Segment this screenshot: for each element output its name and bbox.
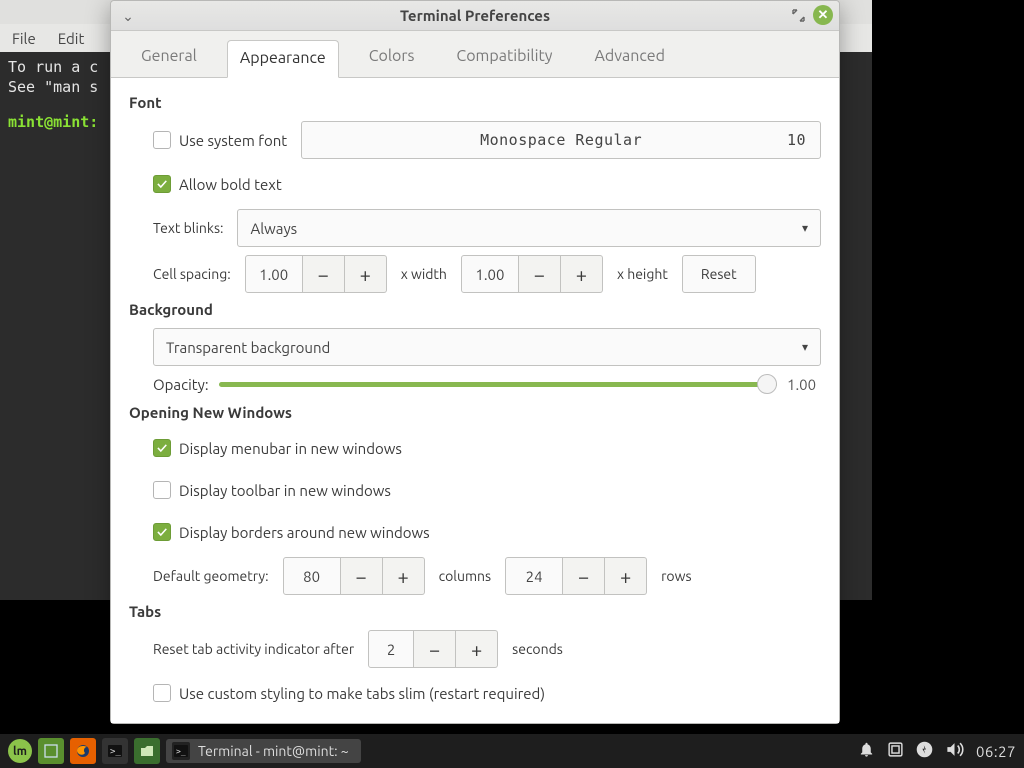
minus-button[interactable]: −	[563, 557, 605, 595]
taskbar-app-title: Terminal - mint@mint: ~	[198, 743, 349, 759]
minus-button[interactable]: −	[341, 557, 383, 595]
close-button[interactable]: ✕	[813, 5, 833, 25]
svg-text:>_: >_	[110, 747, 121, 757]
plus-button[interactable]: +	[383, 557, 425, 595]
appearance-panel: Font Use system font Monospace Regular 1…	[111, 78, 839, 723]
plus-button[interactable]: +	[561, 255, 603, 293]
font-chooser-button[interactable]: Monospace Regular 10	[301, 121, 821, 159]
terminal-menu-edit[interactable]: Edit	[58, 30, 85, 47]
checkbox-icon	[153, 175, 171, 193]
show-desktop-icon[interactable]	[38, 738, 64, 764]
minus-button[interactable]: −	[519, 255, 561, 293]
seconds-spinner[interactable]: 2 − +	[368, 630, 498, 668]
columns-spinner[interactable]: 80 − +	[283, 557, 425, 595]
opacity-value: 1.00	[787, 376, 821, 393]
text-blinks-label: Text blinks:	[153, 220, 223, 236]
cell-spacing-label: Cell spacing:	[153, 266, 231, 282]
terminal-prompt: mint@mint:	[8, 113, 98, 131]
slider-track	[219, 382, 777, 387]
preferences-dialog: ⌄ Terminal Preferences ✕ General Appeara…	[110, 0, 840, 724]
seconds-suffix: seconds	[512, 641, 563, 657]
font-size: 10	[787, 131, 806, 149]
text-blinks-combo[interactable]: Always ▾	[237, 209, 821, 247]
tab-appearance[interactable]: Appearance	[227, 40, 339, 78]
chevron-down-icon: ▾	[802, 340, 808, 354]
background-mode-combo[interactable]: Transparent background ▾	[153, 328, 821, 366]
section-background: Background	[129, 301, 821, 318]
tab-compatibility[interactable]: Compatibility	[444, 39, 564, 77]
power-icon[interactable]	[916, 741, 933, 762]
display-borders-checkbox[interactable]: Display borders around new windows	[153, 523, 430, 541]
system-tray: 06:27	[858, 740, 1016, 763]
font-name: Monospace Regular	[480, 131, 642, 149]
reset-indicator-label: Reset tab activity indicator after	[153, 641, 354, 657]
opacity-label: Opacity:	[153, 376, 209, 393]
cell-height-value[interactable]: 1.00	[461, 255, 519, 293]
slider-thumb[interactable]	[757, 374, 777, 394]
checkbox-icon	[153, 131, 171, 149]
dialog-title: Terminal Preferences	[111, 7, 839, 24]
opacity-slider[interactable]	[219, 374, 777, 394]
checkbox-icon	[153, 481, 171, 499]
display-menubar-checkbox[interactable]: Display menubar in new windows	[153, 439, 402, 457]
tab-general[interactable]: General	[129, 39, 209, 77]
svg-text:>_: >_	[176, 747, 186, 756]
minus-button[interactable]: −	[303, 255, 345, 293]
columns-suffix: columns	[439, 568, 491, 584]
section-tabs: Tabs	[129, 603, 821, 620]
text-blinks-value: Always	[250, 220, 297, 237]
allow-bold-label: Allow bold text	[179, 176, 282, 193]
use-system-font-checkbox[interactable]: Use system font	[153, 131, 287, 149]
clock[interactable]: 06:27	[976, 743, 1016, 760]
section-font: Font	[129, 94, 821, 111]
cell-width-value[interactable]: 1.00	[245, 255, 303, 293]
taskbar: lm >_ >_ Terminal - mint@mint: ~ 06:27	[0, 734, 1024, 768]
dialog-titlebar[interactable]: ⌄ Terminal Preferences ✕	[111, 1, 839, 31]
allow-bold-checkbox[interactable]: Allow bold text	[153, 175, 282, 193]
firefox-icon[interactable]	[70, 738, 96, 764]
columns-value[interactable]: 80	[283, 557, 341, 595]
terminal-icon: >_	[172, 742, 190, 760]
rows-value[interactable]: 24	[505, 557, 563, 595]
display-menubar-label: Display menubar in new windows	[179, 440, 402, 457]
notifications-icon[interactable]	[858, 741, 875, 762]
slim-tabs-label: Use custom styling to make tabs slim (re…	[179, 685, 545, 702]
seconds-value[interactable]: 2	[368, 630, 414, 668]
width-suffix: x width	[401, 266, 447, 282]
reset-button[interactable]: Reset	[682, 255, 756, 293]
terminal-menu-file[interactable]: File	[12, 30, 36, 47]
checkbox-icon	[153, 523, 171, 541]
slim-tabs-checkbox[interactable]: Use custom styling to make tabs slim (re…	[153, 684, 545, 702]
display-toolbar-label: Display toolbar in new windows	[179, 482, 391, 499]
plus-button[interactable]: +	[456, 630, 498, 668]
files-icon[interactable]	[134, 738, 160, 764]
volume-icon[interactable]	[945, 740, 964, 763]
mint-menu-icon[interactable]: lm	[8, 739, 32, 763]
background-mode-value: Transparent background	[166, 339, 330, 356]
display-toolbar-checkbox[interactable]: Display toolbar in new windows	[153, 481, 391, 499]
taskbar-app-terminal[interactable]: >_ Terminal - mint@mint: ~	[166, 739, 361, 763]
maximize-icon[interactable]	[789, 6, 807, 24]
tab-advanced[interactable]: Advanced	[582, 39, 676, 77]
section-new-windows: Opening New Windows	[129, 404, 821, 421]
tab-colors[interactable]: Colors	[357, 39, 427, 77]
display-borders-label: Display borders around new windows	[179, 524, 430, 541]
tab-bar: General Appearance Colors Compatibility …	[111, 31, 839, 78]
cell-width-spinner[interactable]: 1.00 − +	[245, 255, 387, 293]
use-system-font-label: Use system font	[179, 132, 287, 149]
cell-height-spinner[interactable]: 1.00 − +	[461, 255, 603, 293]
plus-button[interactable]: +	[345, 255, 387, 293]
terminal-launcher-icon[interactable]: >_	[102, 738, 128, 764]
workspace-icon[interactable]	[887, 741, 904, 762]
height-suffix: x height	[617, 266, 668, 282]
chevron-down-icon: ▾	[802, 221, 808, 235]
plus-button[interactable]: +	[605, 557, 647, 595]
rows-suffix: rows	[661, 568, 691, 584]
minus-button[interactable]: −	[414, 630, 456, 668]
checkbox-icon	[153, 439, 171, 457]
rows-spinner[interactable]: 24 − +	[505, 557, 647, 595]
default-geometry-label: Default geometry:	[153, 568, 269, 584]
checkbox-icon	[153, 684, 171, 702]
